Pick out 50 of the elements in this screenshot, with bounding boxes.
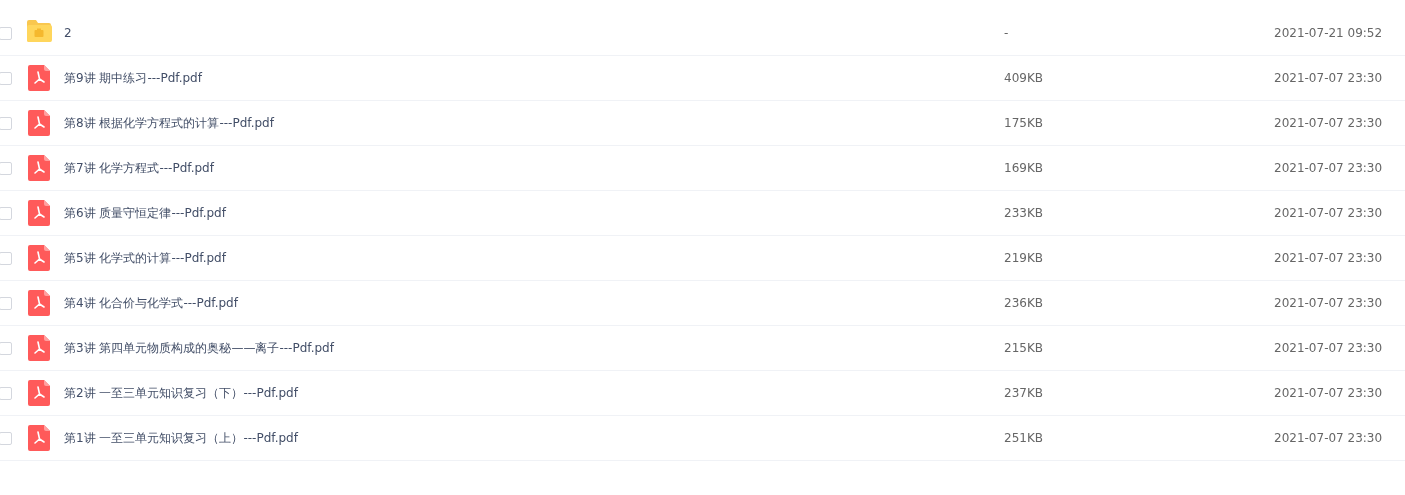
modified-date: 2021-07-07 23:30 [1274,296,1383,310]
modified-date: 2021-07-07 23:30 [1274,161,1383,175]
file-name[interactable]: 2 [64,26,1004,40]
row-checkbox[interactable] [0,341,12,355]
row-checkbox[interactable] [0,116,12,130]
file-size: 175KB [1004,116,1044,130]
row-checkbox[interactable] [0,431,12,445]
modified-date: 2021-07-21 09:52 [1274,26,1383,40]
file-name[interactable]: 第7讲 化学方程式---Pdf.pdf [64,159,1004,177]
file-name[interactable]: 第1讲 一至三单元知识复习（上）---Pdf.pdf [64,429,1004,447]
file-name[interactable]: 第6讲 质量守恒定律---Pdf.pdf [64,204,1004,222]
pdf-file-icon [28,155,50,181]
folder-icon [26,20,52,42]
row-checkbox[interactable] [0,26,12,40]
row-checkbox[interactable] [0,161,12,175]
file-name[interactable]: 第9讲 期中练习---Pdf.pdf [64,69,1004,87]
modified-date: 2021-07-07 23:30 [1274,341,1383,355]
file-size: 219KB [1004,251,1044,265]
file-name[interactable]: 第2讲 一至三单元知识复习（下）---Pdf.pdf [64,384,1004,402]
modified-date: 2021-07-07 23:30 [1274,116,1383,130]
modified-date: 2021-07-07 23:30 [1274,386,1383,400]
pdf-file-icon [28,245,50,271]
modified-date: 2021-07-07 23:30 [1274,206,1383,220]
row-checkbox[interactable] [0,206,12,220]
pdf-file-icon [28,110,50,136]
row-checkbox[interactable] [0,296,12,310]
modified-date: 2021-07-07 23:30 [1274,71,1383,85]
pdf-file-icon [28,290,50,316]
file-size: 251KB [1004,431,1044,445]
file-size: 237KB [1004,386,1044,400]
modified-date: 2021-07-07 23:30 [1274,251,1383,265]
file-size: 236KB [1004,296,1044,310]
row-checkbox[interactable] [0,251,12,265]
file-name[interactable]: 第8讲 根据化学方程式的计算---Pdf.pdf [64,114,1004,132]
pdf-file-icon [28,65,50,91]
pdf-file-icon [28,425,50,451]
file-name[interactable]: 第5讲 化学式的计算---Pdf.pdf [64,249,1004,267]
file-size: - [1004,26,1010,40]
file-size: 215KB [1004,341,1044,355]
file-name[interactable]: 第3讲 第四单元物质构成的奥秘——离子---Pdf.pdf [64,339,1004,357]
file-name[interactable]: 第4讲 化合价与化学式---Pdf.pdf [64,294,1004,312]
pdf-file-icon [28,200,50,226]
file-size: 233KB [1004,206,1044,220]
modified-date: 2021-07-07 23:30 [1274,431,1383,445]
row-checkbox[interactable] [0,386,12,400]
file-size: 169KB [1004,161,1044,175]
row-checkbox[interactable] [0,71,12,85]
pdf-file-icon [28,380,50,406]
file-size: 409KB [1004,71,1044,85]
pdf-file-icon [28,335,50,361]
